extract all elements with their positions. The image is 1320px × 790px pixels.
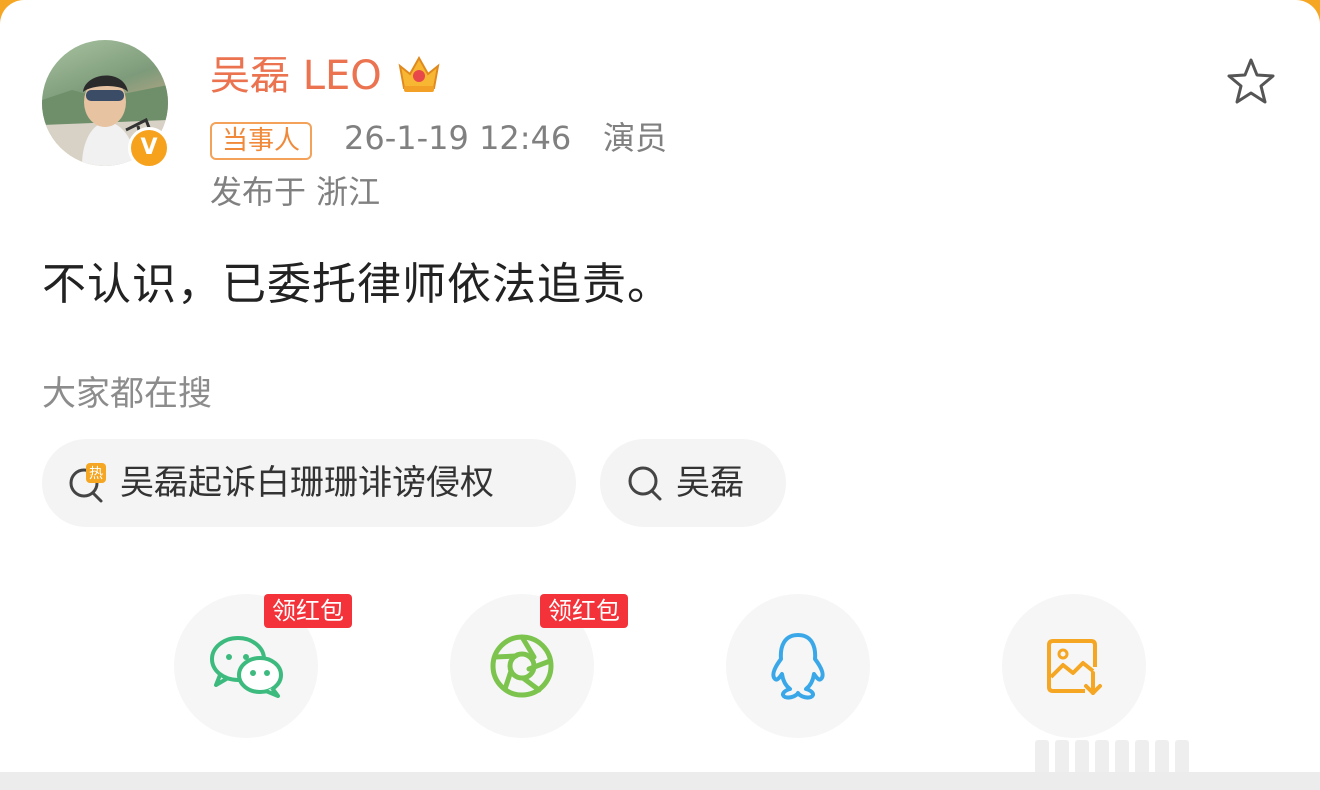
- share-qq-button[interactable]: [726, 594, 870, 738]
- watermark: [1035, 740, 1189, 774]
- search-chip-hot[interactable]: 热 吴磊起诉白珊珊诽谤侵权: [42, 439, 576, 527]
- trending-search-heading: 大家都在搜: [42, 374, 212, 414]
- user-role: 演员: [603, 119, 668, 157]
- username[interactable]: 吴磊 LEO: [210, 50, 382, 102]
- svg-text:热: 热: [89, 466, 103, 482]
- post-time: 26-1-19 12:46: [344, 119, 572, 157]
- search-chip-label: 吴磊起诉白珊珊诽谤侵权: [120, 463, 494, 503]
- save-image-icon: [1047, 639, 1102, 695]
- search-icon: [628, 466, 662, 501]
- moments-icon: [490, 634, 554, 698]
- star-icon[interactable]: [1226, 57, 1276, 105]
- search-chip[interactable]: 吴磊: [600, 439, 786, 527]
- bottom-divider: [0, 772, 1320, 790]
- hot-search-icon: 热: [69, 463, 106, 503]
- red-packet-badge: 领红包: [540, 594, 628, 628]
- save-image-button[interactable]: [1002, 594, 1146, 738]
- wechat-icon: [210, 636, 283, 698]
- qq-icon: [771, 633, 825, 700]
- verified-v-icon: V: [128, 127, 170, 169]
- red-packet-badge: 领红包: [264, 594, 352, 628]
- party-tag: 当事人: [210, 122, 313, 160]
- search-chip-label: 吴磊: [676, 463, 744, 503]
- post-location: 发布于 浙江: [210, 173, 381, 211]
- post-content: 不认识，已委托律师依法追责。: [42, 259, 672, 310]
- crown-icon: [398, 55, 440, 92]
